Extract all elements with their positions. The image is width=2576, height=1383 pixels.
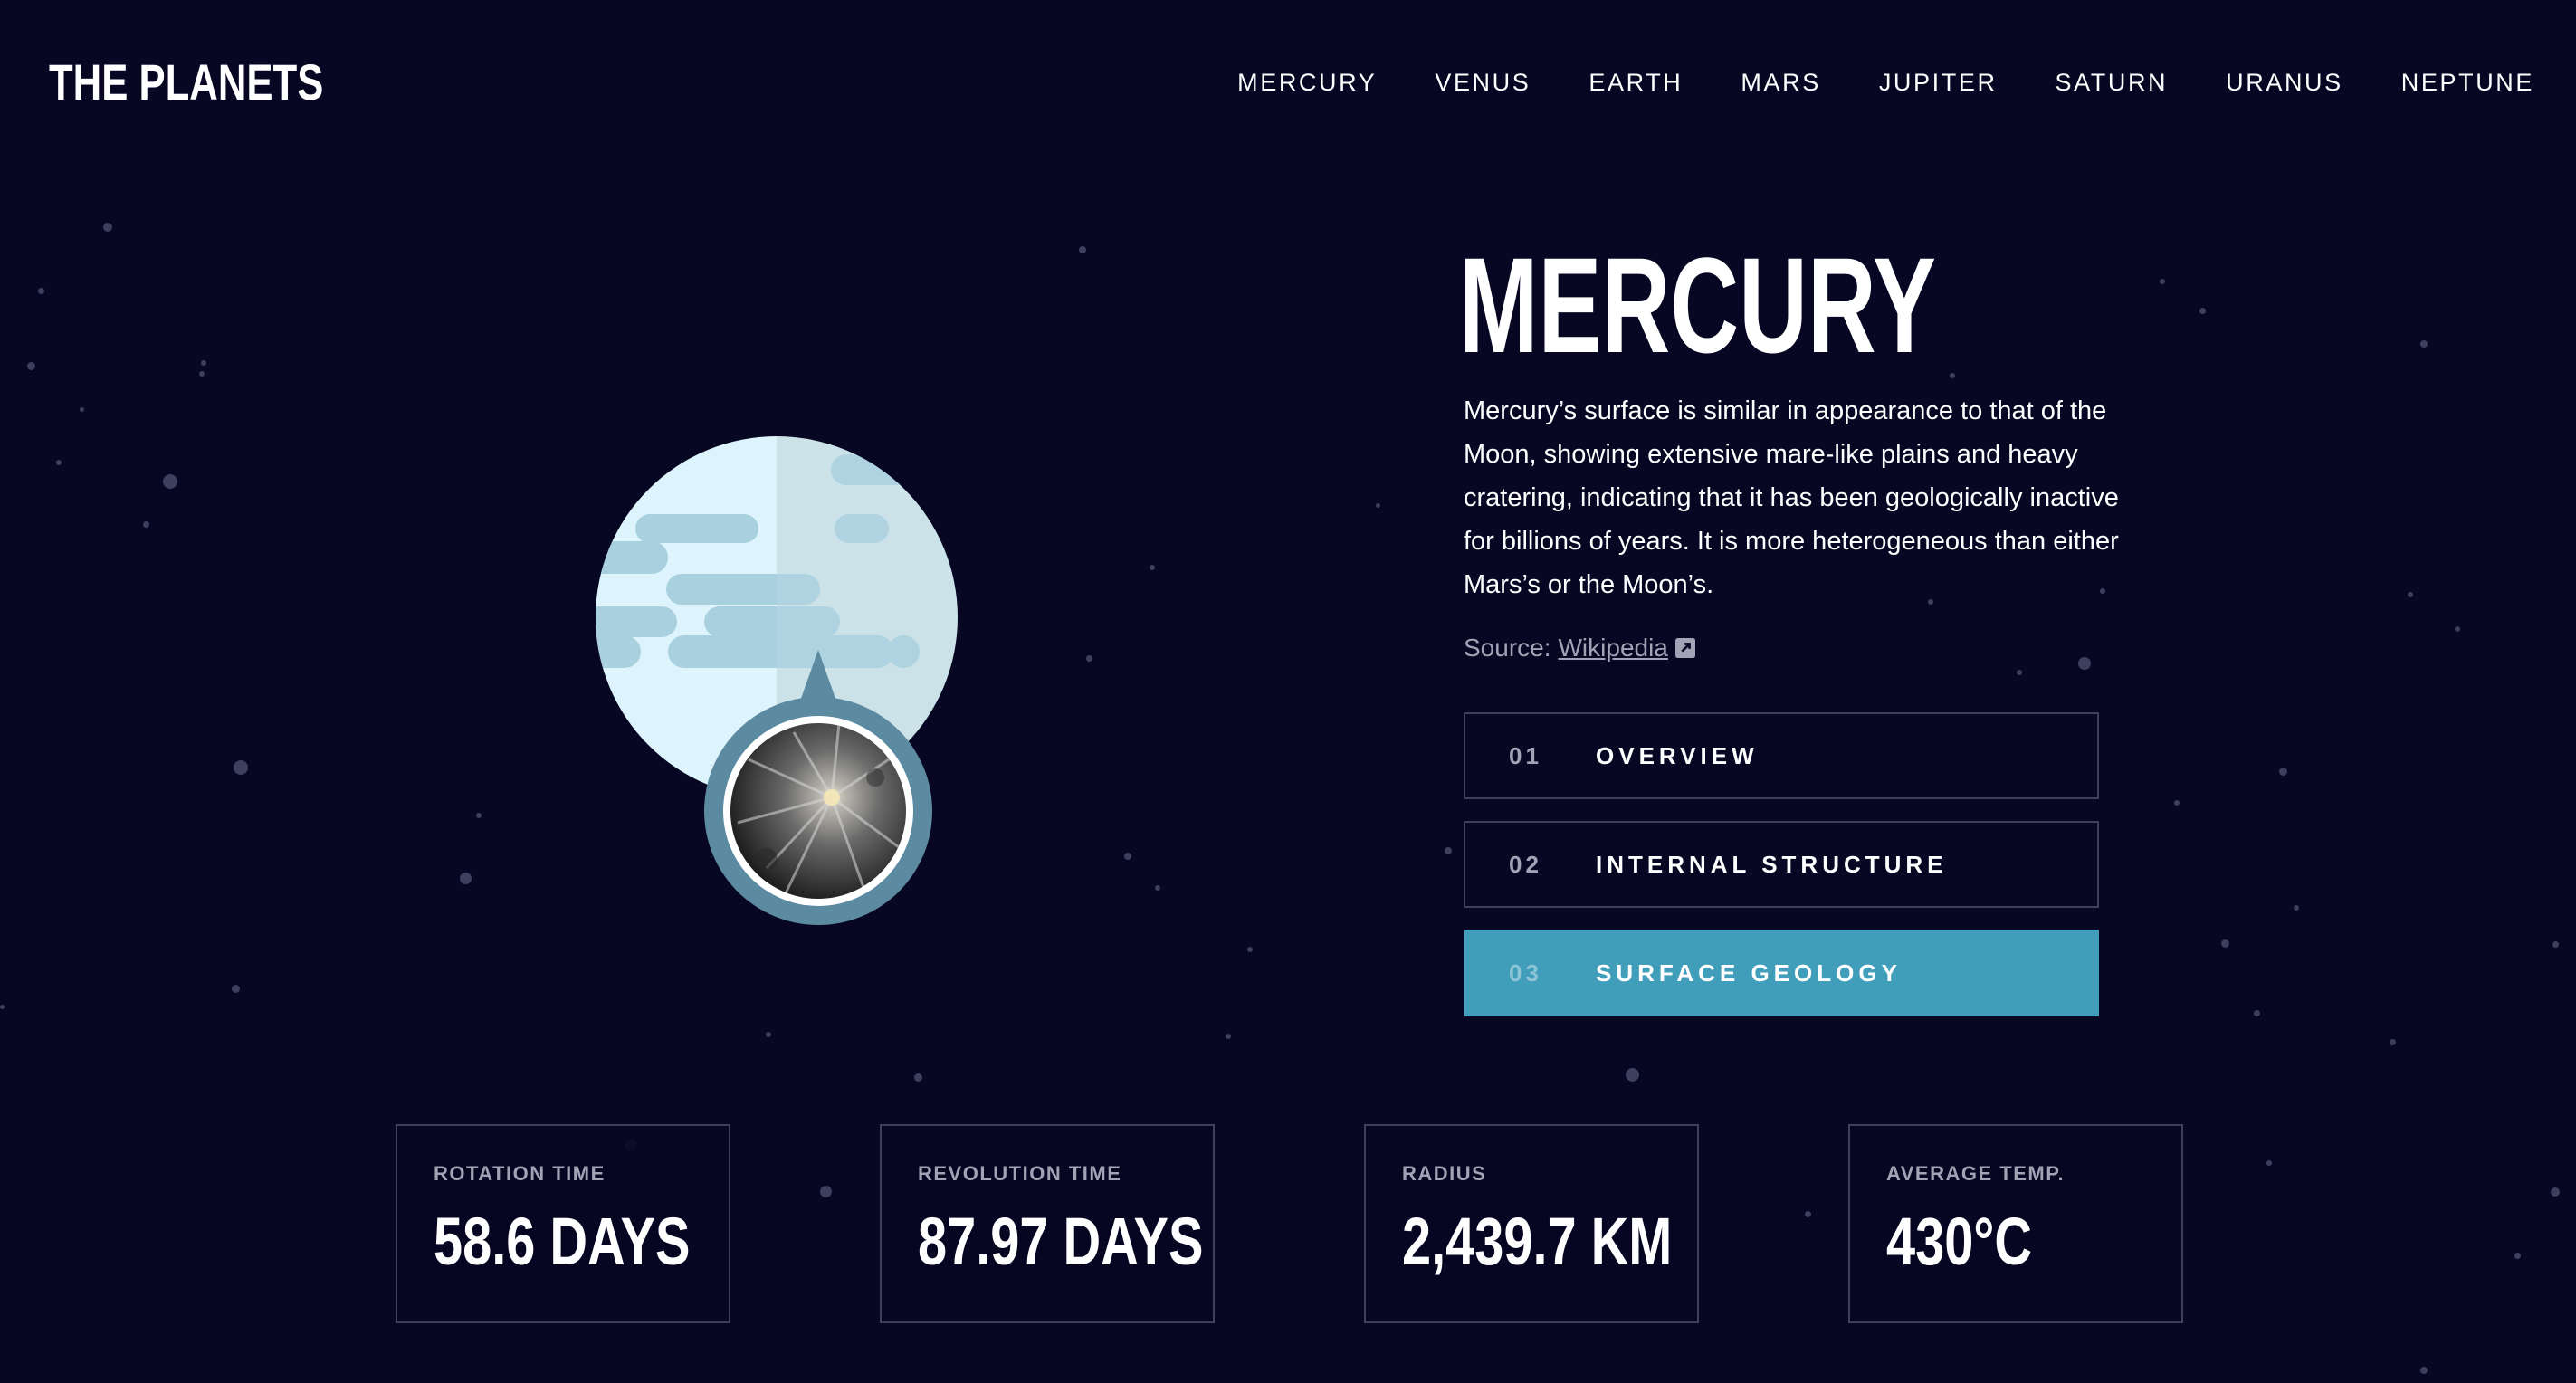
nav-item-venus[interactable]: VENUS	[1435, 69, 1531, 97]
planet-description: Mercury’s surface is similar in appearan…	[1464, 396, 2119, 599]
stat-value: 58.6 DAYS	[434, 1204, 691, 1279]
tab-label: OVERVIEW	[1596, 741, 1759, 769]
stat-value: 2,439.7 KM	[1402, 1204, 1673, 1279]
planet-nav: MERCURY VENUS EARTH MARS JUPITER SATURN …	[1179, 69, 2534, 97]
surface-geology-image	[704, 650, 932, 925]
planet-stats: ROTATION TIME 58.6 DAYS REVOLUTION TIME …	[396, 1124, 2183, 1323]
tab-surface-geology[interactable]: 03 SURFACE GEOLOGY	[1464, 930, 2099, 1016]
stat-average-temp: AVERAGE TEMP. 430°C	[1848, 1124, 2183, 1323]
tab-label: SURFACE GEOLOGY	[1596, 959, 1902, 987]
page: THE PLANETS MERCURY VENUS EARTH MARS JUP…	[0, 0, 2576, 1383]
tab-label: INTERNAL STRUCTURE	[1596, 850, 1948, 878]
content-tabs: 01 OVERVIEW 02 INTERNAL STRUCTURE 03 SUR…	[1464, 712, 2099, 1038]
tab-number: 03	[1509, 959, 1542, 987]
stat-radius: RADIUS 2,439.7 KM	[1364, 1124, 1699, 1323]
stat-label: ROTATION TIME	[434, 1162, 606, 1185]
tab-number: 02	[1509, 850, 1542, 878]
stat-value: 430°C	[1886, 1204, 2033, 1279]
source-line: Source: Wikipedia	[1464, 634, 1695, 663]
source-prefix: Source:	[1464, 634, 1551, 662]
surface-geology-photo	[730, 723, 906, 899]
planet-title: MERCURY	[1459, 229, 1936, 381]
stat-label: RADIUS	[1402, 1162, 1487, 1185]
tab-number: 01	[1509, 741, 1542, 769]
app-logo[interactable]: THE PLANETS	[49, 52, 323, 111]
stat-revolution-time: REVOLUTION TIME 87.97 DAYS	[880, 1124, 1215, 1323]
nav-item-neptune[interactable]: NEPTUNE	[2401, 69, 2534, 97]
nav-item-mars[interactable]: MARS	[1741, 69, 1820, 97]
nav-item-jupiter[interactable]: JUPITER	[1879, 69, 1998, 97]
nav-item-uranus[interactable]: URANUS	[2226, 69, 2343, 97]
stat-value: 87.97 DAYS	[918, 1204, 1204, 1279]
stat-rotation-time: ROTATION TIME 58.6 DAYS	[396, 1124, 730, 1323]
source-link-wikipedia[interactable]: Wikipedia	[1559, 634, 1668, 662]
tab-internal-structure[interactable]: 02 INTERNAL STRUCTURE	[1464, 821, 2099, 908]
nav-item-earth[interactable]: EARTH	[1589, 69, 1683, 97]
external-link-icon[interactable]	[1674, 638, 1695, 658]
stat-label: REVOLUTION TIME	[918, 1162, 1122, 1185]
nav-item-mercury[interactable]: MERCURY	[1237, 69, 1377, 97]
stat-label: AVERAGE TEMP.	[1886, 1162, 2066, 1185]
tab-overview[interactable]: 01 OVERVIEW	[1464, 712, 2099, 799]
nav-item-saturn[interactable]: SATURN	[2056, 69, 2169, 97]
